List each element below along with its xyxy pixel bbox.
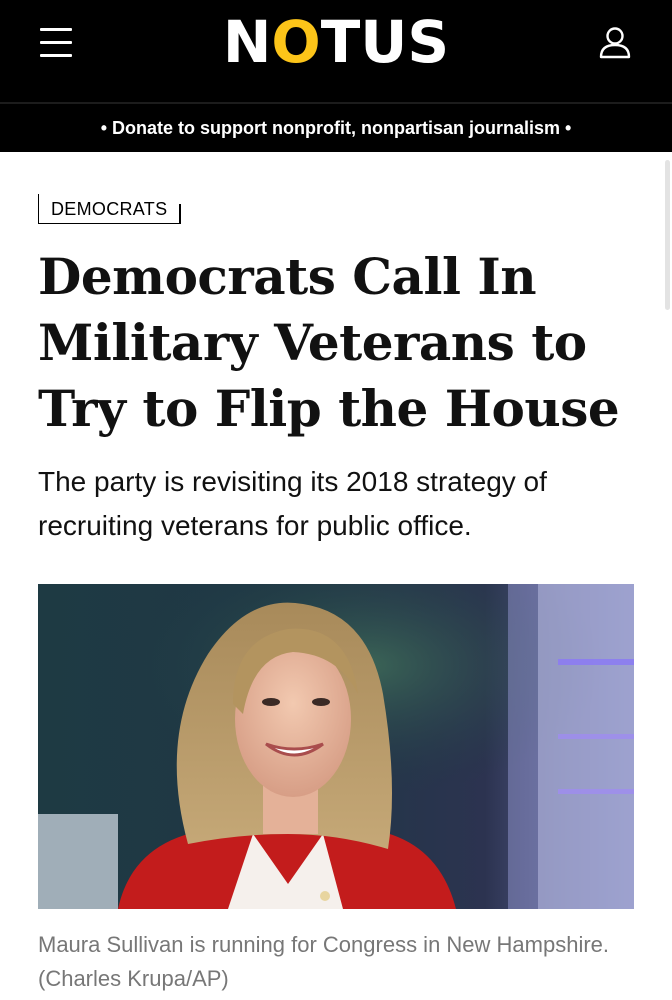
category-tag[interactable]: DEMOCRATS — [37, 194, 182, 224]
donate-banner-link[interactable]: • Donate to support nonprofit, nonpartis… — [0, 102, 672, 152]
page: NOTUS • Donate to support nonprofit, non… — [0, 0, 672, 1000]
site-logo[interactable]: NOTUS — [196, 13, 476, 71]
photo-illustration — [38, 584, 634, 909]
logo-letter-o: O — [271, 8, 321, 76]
logo-letters-tus: TUS — [320, 8, 450, 76]
photo-caption: Maura Sullivan is running for Congress i… — [38, 932, 610, 991]
hamburger-menu-icon[interactable] — [38, 25, 74, 59]
user-account-icon[interactable] — [597, 24, 633, 60]
article-headline: Democrats Call In Military Veterans to T… — [38, 247, 620, 438]
article-dek: The party is revisiting its 2018 strateg… — [38, 466, 547, 541]
logo-letter-n: N — [222, 8, 272, 76]
article-photo — [38, 584, 634, 909]
scrollbar[interactable] — [665, 160, 670, 310]
top-navigation-bar: NOTUS — [0, 0, 672, 102]
